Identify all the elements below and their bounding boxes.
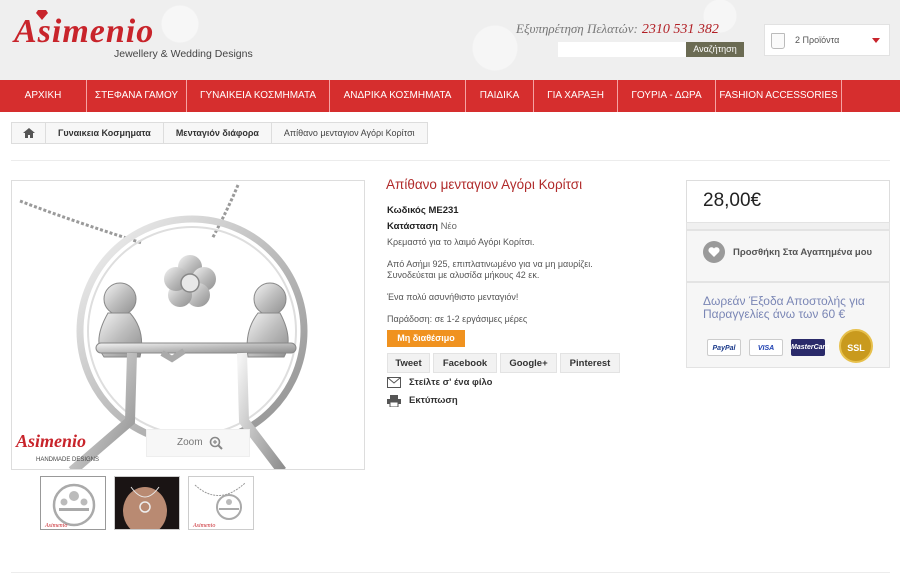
facebook-button[interactable]: Facebook — [433, 353, 497, 373]
svg-text:Asimenio: Asimenio — [44, 523, 67, 529]
product-main-image[interactable]: Asimenio HANDMADE DESIGNS Zoom — [11, 180, 365, 470]
breadcrumb-category[interactable]: Γυναικεια Κοσμηματα — [46, 123, 164, 143]
zoom-button[interactable]: Zoom — [146, 429, 250, 457]
nav-item-charms-gifts[interactable]: ΓΟΥΡΙΑ - ΔΩΡΑ — [618, 80, 716, 112]
customer-service: Εξυπηρέτηση Πελατών: 2310 531 382 — [516, 21, 719, 38]
tweet-button[interactable]: Tweet — [387, 353, 430, 373]
logo-subtitle: Jewellery & Wedding Designs — [114, 48, 253, 60]
pinterest-button[interactable]: Pinterest — [560, 353, 620, 373]
service-phone: 2310 531 382 — [641, 22, 719, 37]
product-condition-label: Κατάσταση — [387, 221, 438, 232]
zoom-label: Zoom — [177, 437, 203, 448]
nav-item-womens-jewelry[interactable]: ΓΥΝΑΙΚΕΙΑ ΚΟΣΜΗΜΑΤΑ — [187, 80, 330, 112]
nav-item-kids[interactable]: ΠΑΙΔΙΚΑ — [466, 80, 534, 112]
payment-cards: PayPal VISA MasterCard — [707, 339, 830, 356]
paypal-logo: PayPal — [707, 339, 741, 356]
add-to-wishlist-link[interactable]: Προσθήκη Στα Αγαπημένα μου — [701, 245, 881, 260]
service-label: Εξυπηρέτηση Πελατών: — [516, 21, 638, 36]
zoom-icon — [209, 436, 223, 450]
watermark-logo: Asimenio — [16, 431, 87, 451]
thumbnail-strip: Asimenio Asimenio — [40, 476, 254, 530]
visa-logo: VISA — [749, 339, 783, 356]
thumbnail-2[interactable] — [114, 476, 180, 530]
thumbnail-3[interactable]: Asimenio — [188, 476, 254, 530]
chevron-down-icon — [872, 38, 880, 43]
ssl-badge-icon: SSL — [839, 329, 873, 363]
product-description-line-3: Ένα πολύ ασυνήθιστο μενταγιόν! — [387, 292, 519, 302]
thumbnail-chain-image: Asimenio — [192, 482, 246, 529]
pendant-illustration — [19, 184, 308, 469]
thumbnail-pendant-image: Asimenio — [44, 483, 96, 529]
product-price: 28,00€ — [703, 190, 762, 211]
delivery-info: Παράδοση: σε 1-2 εργάσιμες μέρες — [387, 314, 528, 324]
nav-item-engraving[interactable]: ΓΙΑ ΧΑΡΑΞΗ — [534, 80, 618, 112]
thumbnail-1[interactable]: Asimenio — [40, 476, 106, 530]
site-logo[interactable]: Asimenio Jewellery & Wedding Designs — [14, 10, 264, 64]
nav-item-fashion-accessories[interactable]: FASHION ACCESSORIES — [716, 80, 842, 112]
logo-title: Asimenio — [14, 13, 155, 50]
product-condition: Κατάσταση Νέο — [387, 221, 457, 232]
product-condition-value: Νέο — [440, 221, 457, 232]
shopping-bag-icon — [771, 33, 785, 49]
nav-item-mens-jewelry[interactable]: ΑΝΔΡΙΚΑ ΚΟΣΜΗΜΑΤΑ — [330, 80, 466, 112]
google-plus-button[interactable]: Google+ — [500, 353, 557, 373]
cart-dropdown[interactable]: 2 Προϊόντα — [764, 24, 890, 56]
printer-icon — [387, 395, 401, 407]
print-label: Εκτύπωση — [409, 395, 458, 406]
footer-divider — [11, 572, 890, 573]
home-icon — [23, 128, 35, 138]
watermark-subtitle: HANDMADE DESIGNS — [36, 457, 100, 463]
product-description-line-2: Συνοδεύεται με αλυσίδα μήκους 42 εκ. — [387, 270, 540, 280]
thumbnail-model-image — [115, 477, 179, 529]
envelope-icon — [387, 377, 401, 388]
product-code: Κωδικός ΜΕ231 — [387, 205, 459, 216]
product-title: Απίθανο μενταγιον Αγόρι Κορίτσι — [386, 177, 583, 192]
wishlist-box[interactable]: Προσθήκη Στα Αγαπημένα μου — [686, 230, 890, 282]
breadcrumb-home[interactable] — [12, 123, 46, 143]
product-code-value: ΜΕ231 — [428, 205, 459, 216]
main-nav: ΑΡΧΙΚΗ ΣΤΕΦΑΝΑ ΓΑΜΟΥ ΓΥΝΑΙΚΕΙΑ ΚΟΣΜΗΜΑΤΑ… — [0, 80, 900, 112]
divider — [11, 160, 890, 161]
shipping-box: Δωρεάν Έξοδα Αποστολής για Παραγγελίες ά… — [686, 282, 890, 368]
cart-label: 2 Προϊόντα — [795, 35, 840, 45]
send-to-friend-link[interactable]: Στείλτε σ' ένα φίλο — [387, 377, 492, 388]
breadcrumb-subcategory[interactable]: Μενταγιόν διάφορα — [164, 123, 272, 143]
nav-item-wedding-crowns[interactable]: ΣΤΕΦΑΝΑ ΓΑΜΟΥ — [87, 80, 187, 112]
price-box-footer — [686, 222, 890, 230]
free-shipping-text: Δωρεάν Έξοδα Αποστολής για Παραγγελίες ά… — [703, 294, 865, 321]
site-header: Asimenio Jewellery & Wedding Designs Εξυ… — [0, 0, 900, 80]
search-input[interactable] — [558, 42, 686, 57]
breadcrumb-current: Απίθανο μενταγιον Αγόρι Κορίτσι — [283, 128, 415, 138]
send-to-friend-label: Στείλτε σ' ένα φίλο — [409, 377, 493, 388]
product-short-description: Κρεμαστό για το λαιμό Αγόρι Κορίτσι. — [387, 237, 535, 247]
product-code-label: Κωδικός — [387, 205, 426, 216]
availability-badge: Μη διαθέσιμο — [387, 330, 465, 347]
product-description-line-1: Από Ασήμι 925, επιπλατινωμένο για να μη … — [387, 259, 593, 269]
mastercard-logo: MasterCard — [791, 339, 830, 356]
social-share: Tweet Facebook Google+ Pinterest — [387, 353, 620, 373]
search-button[interactable]: Αναζήτηση — [686, 42, 744, 57]
print-link[interactable]: Εκτύπωση — [387, 395, 458, 407]
svg-text:Asimenio: Asimenio — [192, 523, 215, 529]
nav-item-home[interactable]: ΑΡΧΙΚΗ — [0, 80, 87, 112]
breadcrumb: Γυναικεια Κοσμηματα Μενταγιόν διάφορα Απ… — [11, 122, 428, 144]
